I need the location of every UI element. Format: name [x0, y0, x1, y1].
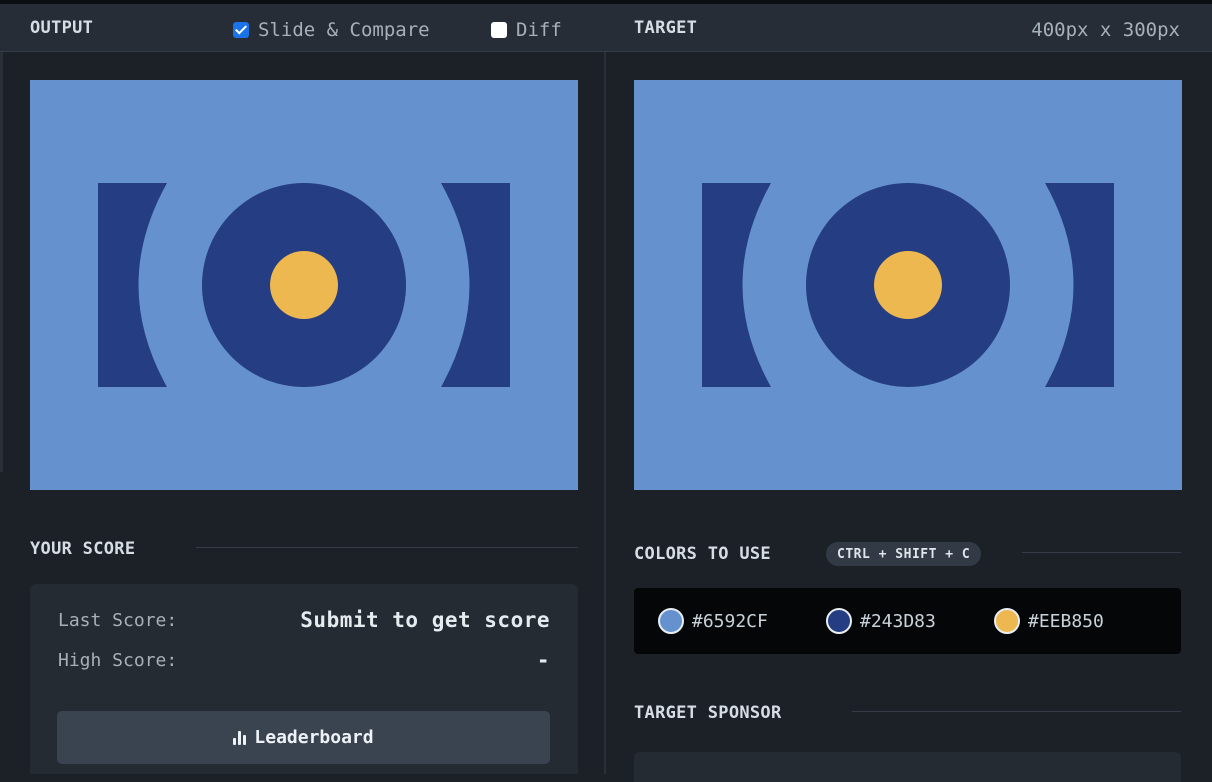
- leaderboard-label: Leaderboard: [254, 727, 374, 748]
- sponsor-card: [634, 752, 1181, 782]
- target-heading: TARGET: [634, 18, 698, 38]
- diff-toggle[interactable]: Diff: [491, 19, 562, 41]
- sponsor-rule: [852, 711, 1181, 712]
- your-score-heading: YOUR SCORE: [30, 539, 136, 559]
- score-card: Last Score: Submit to get score High Sco…: [30, 584, 578, 774]
- swatch-dot: [826, 608, 852, 634]
- color-swatch-gold[interactable]: #EEB850: [994, 608, 1104, 634]
- color-swatch-light-blue[interactable]: #6592CF: [658, 608, 768, 634]
- colors-heading: COLORS TO USE: [634, 544, 771, 564]
- last-score-label: Last Score:: [58, 610, 178, 631]
- top-bar: OUTPUT Slide & Compare Diff TARGET 400px…: [0, 0, 1212, 52]
- swatch-hex: #6592CF: [692, 610, 768, 632]
- target-inner-circle: [874, 251, 942, 319]
- target-canvas: [634, 80, 1182, 490]
- slide-compare-toggle[interactable]: Slide & Compare: [233, 19, 430, 41]
- target-dimensions: 400px x 300px: [1031, 19, 1180, 41]
- leaderboard-button[interactable]: Leaderboard: [57, 711, 550, 764]
- output-inner-circle: [270, 251, 338, 319]
- diff-checkbox[interactable]: [491, 22, 507, 38]
- output-heading: OUTPUT: [30, 18, 94, 38]
- colors-rule: [1022, 552, 1181, 553]
- sponsor-heading: TARGET SPONSOR: [634, 703, 782, 723]
- output-canvas[interactable]: [30, 80, 578, 490]
- score-rule: [196, 547, 578, 548]
- swatch-hex: #243D83: [860, 610, 936, 632]
- high-score-value: -: [536, 648, 550, 672]
- last-score-value: Submit to get score: [300, 608, 550, 632]
- slide-compare-checkbox[interactable]: [233, 22, 249, 38]
- panel-divider: [604, 52, 606, 774]
- slide-compare-label: Slide & Compare: [258, 19, 430, 41]
- color-swatch-navy[interactable]: #243D83: [826, 608, 936, 634]
- swatch-dot: [658, 608, 684, 634]
- high-score-label: High Score:: [58, 650, 178, 671]
- target-drawing: [634, 80, 1182, 490]
- copy-colors-shortcut: CTRL + SHIFT + C: [826, 542, 982, 566]
- diff-label: Diff: [516, 19, 562, 41]
- swatch-hex: #EEB850: [1028, 610, 1104, 632]
- swatch-dot: [994, 608, 1020, 634]
- left-edge: [0, 52, 3, 472]
- output-drawing: [30, 80, 578, 490]
- color-swatch-panel: #6592CF #243D83 #EEB850: [634, 588, 1181, 654]
- bar-chart-icon: [233, 730, 247, 745]
